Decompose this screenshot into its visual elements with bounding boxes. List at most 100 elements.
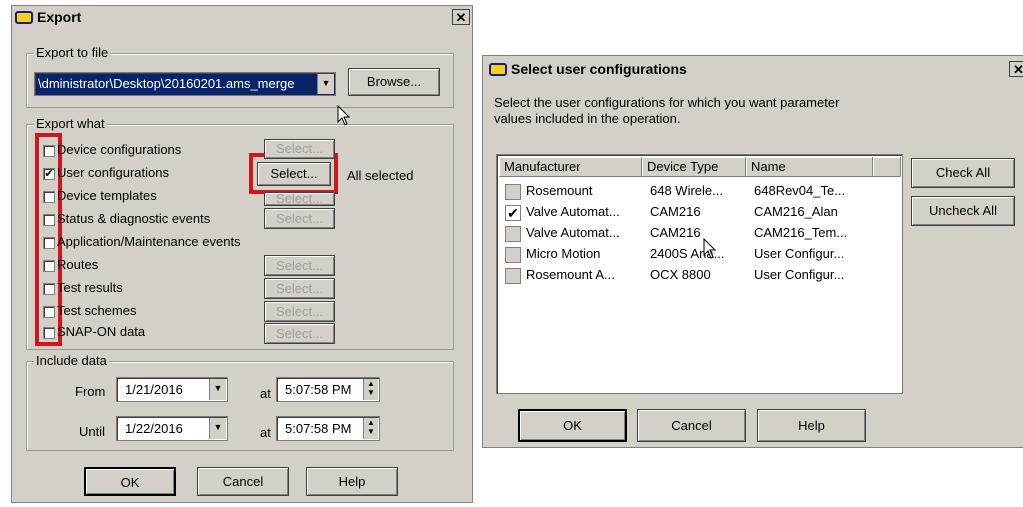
- select-description-line1: Select the user configurations for which…: [494, 95, 840, 110]
- row-device-type: CAM216: [650, 225, 701, 240]
- list-item[interactable]: Valve Automat... CAM216 CAM216_Tem...: [501, 223, 899, 244]
- browse-button[interactable]: Browse...: [348, 68, 440, 96]
- select-help-button[interactable]: Help: [757, 409, 866, 442]
- export-to-file-legend: Export to file: [34, 45, 111, 60]
- export-help-button[interactable]: Help: [306, 467, 398, 496]
- chevron-down-icon[interactable]: ▼: [209, 379, 226, 400]
- export-ok-button[interactable]: OK: [84, 467, 176, 496]
- row-device-type: CAM216: [650, 204, 701, 219]
- status-diagnostic-events-checkbox[interactable]: [43, 214, 55, 226]
- from-time-value: 5:07:58 PM: [285, 382, 352, 397]
- mouse-pointer-icon: [337, 105, 351, 126]
- status-diagnostic-events-label: Status & diagnostic events: [57, 211, 211, 226]
- list-item[interactable]: Micro Motion 2400S Ana... User Configur.…: [501, 244, 899, 265]
- device-templates-label: Device templates: [57, 188, 157, 203]
- device-templates-checkbox[interactable]: [43, 191, 55, 203]
- user-config-list[interactable]: Manufacturer Device Type Name Rosemount …: [496, 154, 903, 394]
- test-results-checkbox[interactable]: [43, 283, 55, 295]
- select-user-configurations-dialog: Select user configurations ✕ Select the …: [482, 55, 1023, 448]
- column-header-empty: [873, 157, 901, 177]
- row-name: User Configur...: [754, 267, 845, 282]
- device-templates-select-button[interactable]: Select...: [264, 192, 335, 206]
- test-schemes-label: Test schemes: [57, 303, 137, 318]
- test-results-select-button[interactable]: Select...: [264, 278, 335, 299]
- test-schemes-select-button[interactable]: Select...: [264, 301, 335, 322]
- until-at-label: at: [260, 425, 271, 440]
- row-device-type: OCX 8800: [650, 267, 711, 282]
- row-name: CAM216_Tem...: [754, 225, 848, 240]
- include-data-legend: Include data: [34, 353, 109, 368]
- row-checkbox[interactable]: ✔: [505, 205, 521, 221]
- list-item[interactable]: ✔ Valve Automat... CAM216 CAM216_Alan: [501, 202, 899, 223]
- select-title: Select user configurations: [511, 61, 687, 77]
- row-name: 648Rev04_Te...: [754, 183, 846, 198]
- until-time-spinner[interactable]: 5:07:58 PM ▲ ▼: [276, 416, 380, 441]
- row-name: CAM216_Alan: [754, 204, 838, 219]
- select-description-line2: values included in the operation.: [494, 111, 681, 126]
- device-configurations-select-button[interactable]: Select...: [264, 139, 335, 159]
- test-schemes-checkbox[interactable]: [43, 306, 55, 318]
- export-dialog: Export ✕ Export to file \dministrator\De…: [11, 5, 473, 503]
- routes-label: Routes: [57, 257, 99, 272]
- chevron-down-icon[interactable]: ▼: [209, 418, 226, 439]
- row-checkbox[interactable]: [505, 247, 521, 263]
- from-date-value: 1/21/2016: [125, 382, 183, 397]
- application-maintenance-events-label: Application/Maintenance events: [57, 234, 241, 249]
- snap-on-data-checkbox[interactable]: [43, 327, 55, 339]
- close-icon[interactable]: ✕: [1009, 61, 1023, 77]
- export-titlebar[interactable]: Export: [12, 6, 472, 28]
- device-configurations-label: Device configurations: [57, 142, 182, 157]
- export-file-path-combo[interactable]: \dministrator\Desktop\20160201.ams_merge…: [34, 72, 336, 96]
- row-device-type: 648 Wirele...: [650, 183, 723, 198]
- close-icon[interactable]: ✕: [452, 9, 470, 25]
- row-checkbox[interactable]: [505, 226, 521, 242]
- from-date-picker[interactable]: 1/21/2016 ▼: [116, 377, 228, 402]
- routes-select-button[interactable]: Select...: [264, 255, 335, 276]
- row-manufacturer: Rosemount A...: [526, 267, 615, 282]
- check-all-button[interactable]: Check All: [911, 158, 1015, 188]
- spin-arrows-icon[interactable]: ▲ ▼: [363, 379, 378, 400]
- column-header-device-type[interactable]: Device Type: [642, 157, 746, 177]
- snap-on-data-label: SNAP-ON data: [57, 324, 146, 339]
- snap-on-data-select-button[interactable]: Select...: [264, 323, 335, 344]
- user-configurations-label: User configurations: [57, 165, 169, 180]
- row-checkbox[interactable]: [505, 184, 521, 200]
- select-ok-button[interactable]: OK: [518, 409, 627, 442]
- user-configurations-checkbox[interactable]: ✔: [43, 168, 55, 180]
- until-time-value: 5:07:58 PM: [285, 421, 352, 436]
- select-titlebar[interactable]: Select user configurations: [483, 56, 1023, 82]
- column-header-manufacturer[interactable]: Manufacturer: [499, 157, 642, 177]
- app-icon: [489, 62, 507, 76]
- from-at-label: at: [260, 386, 271, 401]
- from-label: From: [75, 384, 106, 399]
- mouse-pointer-icon: [703, 238, 717, 259]
- list-item[interactable]: Rosemount A... OCX 8800 User Configur...: [501, 265, 899, 286]
- export-cancel-button[interactable]: Cancel: [197, 467, 289, 496]
- until-label: Until: [79, 424, 106, 439]
- row-manufacturer: Micro Motion: [526, 246, 601, 261]
- select-cancel-button[interactable]: Cancel: [637, 409, 746, 442]
- device-configurations-checkbox[interactable]: [43, 145, 55, 157]
- application-maintenance-events-checkbox[interactable]: [43, 237, 55, 249]
- uncheck-all-button[interactable]: Uncheck All: [911, 196, 1015, 226]
- column-header-name[interactable]: Name: [746, 157, 873, 177]
- until-date-picker[interactable]: 1/22/2016 ▼: [116, 416, 228, 441]
- spin-arrows-icon[interactable]: ▲ ▼: [363, 418, 378, 439]
- export-title: Export: [37, 9, 82, 25]
- user-configurations-select-button[interactable]: Select...: [257, 162, 331, 186]
- until-date-value: 1/22/2016: [125, 421, 183, 436]
- row-name: User Configur...: [754, 246, 845, 261]
- app-icon: [15, 10, 33, 24]
- list-item[interactable]: Rosemount 648 Wirele... 648Rev04_Te...: [501, 181, 899, 202]
- row-checkbox[interactable]: [505, 268, 521, 284]
- test-results-label: Test results: [57, 280, 123, 295]
- row-manufacturer: Valve Automat...: [526, 225, 620, 240]
- routes-checkbox[interactable]: [43, 260, 55, 272]
- row-manufacturer: Valve Automat...: [526, 204, 620, 219]
- row-manufacturer: Rosemount: [526, 183, 593, 198]
- chevron-down-icon[interactable]: ▼: [317, 74, 334, 94]
- user-configurations-status: All selected: [347, 168, 414, 183]
- export-what-legend: Export what: [34, 116, 107, 131]
- from-time-spinner[interactable]: 5:07:58 PM ▲ ▼: [276, 377, 380, 402]
- status-diagnostic-events-select-button[interactable]: Select...: [264, 208, 335, 229]
